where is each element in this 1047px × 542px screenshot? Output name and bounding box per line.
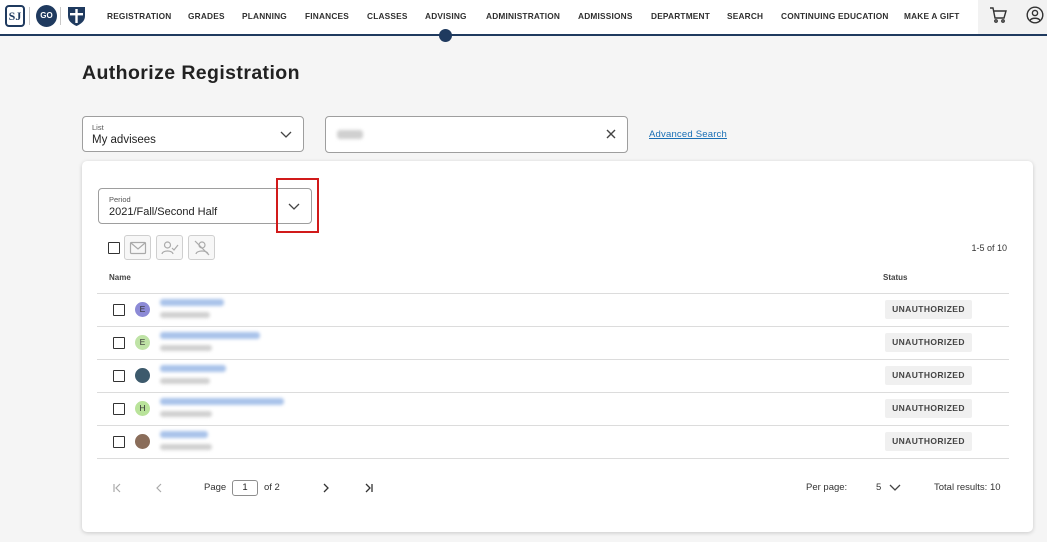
page-total-label: of 2 xyxy=(264,482,280,493)
header-divider xyxy=(97,293,1009,294)
page-label: Page xyxy=(204,482,227,493)
nav-administration[interactable]: ADMINISTRATION xyxy=(486,11,560,21)
status-badge: UNAUTHORIZED xyxy=(885,300,972,319)
go-logo[interactable]: GO xyxy=(36,5,57,27)
shield-logo-icon[interactable] xyxy=(66,5,87,27)
period-value: 2021/Fall/Second Half xyxy=(109,206,218,218)
student-id-redacted xyxy=(160,378,210,384)
previous-page-icon[interactable] xyxy=(154,483,164,493)
nav-classes[interactable]: CLASSES xyxy=(367,11,408,21)
per-page-value[interactable]: 5 xyxy=(876,482,881,493)
select-all-checkbox[interactable] xyxy=(108,242,120,254)
nav-department[interactable]: DEPARTMENT xyxy=(651,11,710,21)
top-navigation: SJ GO REGISTRATION GRADES PLANNING FINAN… xyxy=(0,0,1047,36)
unauthorize-user-icon xyxy=(194,240,210,256)
row-checkbox[interactable] xyxy=(113,370,125,382)
email-button[interactable] xyxy=(124,235,151,260)
email-icon xyxy=(129,241,147,255)
student-name-redacted[interactable] xyxy=(160,365,226,372)
avatar-photo xyxy=(135,368,150,383)
row-divider xyxy=(97,359,1009,360)
row-divider xyxy=(97,392,1009,393)
authorize-user-icon xyxy=(161,241,179,255)
nav-continuing-education[interactable]: CONTINUING EDUCATION xyxy=(781,11,889,21)
next-page-icon[interactable] xyxy=(321,483,331,493)
status-badge: UNAUTHORIZED xyxy=(885,333,972,352)
sj-logo[interactable]: SJ xyxy=(5,5,25,27)
avatar-photo xyxy=(135,434,150,449)
student-id-redacted xyxy=(160,444,212,450)
name-column-header[interactable]: Name xyxy=(109,273,131,282)
status-badge: UNAUTHORIZED xyxy=(885,366,972,385)
nav-separator xyxy=(29,7,30,25)
list-select[interactable]: List My advisees xyxy=(82,116,304,152)
total-results: Total results: 10 xyxy=(934,482,1001,493)
first-page-icon[interactable] xyxy=(112,483,122,493)
page-number-input[interactable]: 1 xyxy=(232,480,258,496)
page-title: Authorize Registration xyxy=(82,62,300,84)
user-account-icon[interactable] xyxy=(1026,6,1044,24)
close-icon[interactable] xyxy=(606,129,616,139)
row-checkbox[interactable] xyxy=(113,337,125,349)
status-column-header[interactable]: Status xyxy=(883,273,907,282)
status-badge: UNAUTHORIZED xyxy=(885,399,972,418)
nav-search[interactable]: SEARCH xyxy=(727,11,763,21)
advanced-search-link[interactable]: Advanced Search xyxy=(649,129,727,140)
nav-finances[interactable]: FINANCES xyxy=(305,11,349,21)
nav-advising[interactable]: ADVISING xyxy=(425,11,467,21)
student-id-redacted xyxy=(160,345,212,351)
range-text: 1-5 of 10 xyxy=(971,243,1007,253)
list-value: My advisees xyxy=(92,134,156,146)
chevron-down-icon[interactable] xyxy=(889,484,901,492)
list-label: List xyxy=(92,123,104,132)
nav-admissions[interactable]: ADMISSIONS xyxy=(578,11,633,21)
last-page-icon[interactable] xyxy=(364,483,374,493)
avatar: H xyxy=(135,401,150,416)
avatar: E xyxy=(135,302,150,317)
nav-grades[interactable]: GRADES xyxy=(188,11,225,21)
chevron-down-icon[interactable] xyxy=(280,131,292,139)
student-name-redacted[interactable] xyxy=(160,431,208,438)
row-checkbox[interactable] xyxy=(113,304,125,316)
annotation-highlight-box xyxy=(276,178,319,233)
row-divider xyxy=(97,326,1009,327)
student-name-redacted[interactable] xyxy=(160,398,284,405)
row-divider xyxy=(97,425,1009,426)
student-name-redacted[interactable] xyxy=(160,299,224,306)
row-checkbox[interactable] xyxy=(113,436,125,448)
unauthorize-button[interactable] xyxy=(188,235,215,260)
row-divider xyxy=(97,458,1009,459)
row-checkbox[interactable] xyxy=(113,403,125,415)
search-input[interactable] xyxy=(325,116,628,153)
nav-registration[interactable]: REGISTRATION xyxy=(107,11,171,21)
student-id-redacted xyxy=(160,411,212,417)
search-value-redacted xyxy=(337,130,363,139)
avatar: E xyxy=(135,335,150,350)
nav-planning[interactable]: PLANNING xyxy=(242,11,287,21)
cart-icon[interactable] xyxy=(989,6,1007,24)
per-page-label: Per page: xyxy=(806,482,848,493)
period-label: Period xyxy=(109,195,131,204)
student-name-redacted[interactable] xyxy=(160,332,260,339)
student-id-redacted xyxy=(160,312,210,318)
status-badge: UNAUTHORIZED xyxy=(885,432,972,451)
authorize-button[interactable] xyxy=(156,235,183,260)
nav-separator xyxy=(60,7,61,25)
active-nav-indicator xyxy=(439,29,452,42)
nav-make-a-gift[interactable]: MAKE A GIFT xyxy=(904,11,960,21)
